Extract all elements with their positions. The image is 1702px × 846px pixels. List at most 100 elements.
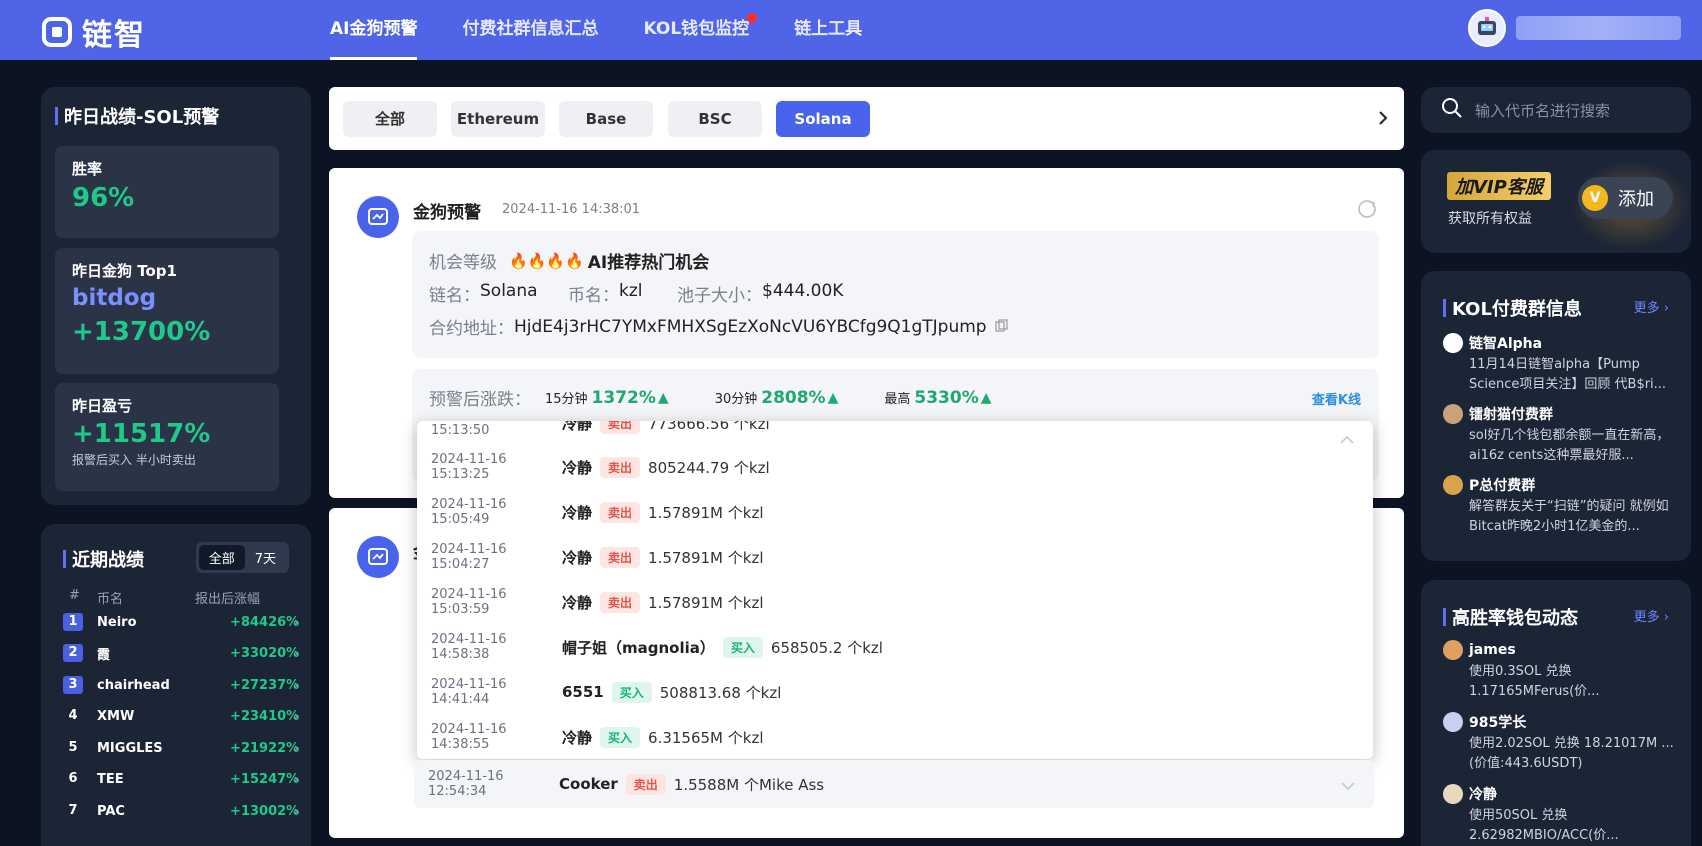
wallet-panel: 高胜率钱包动态 更多 › james 使用0.3SOL 兑换 1.17165MF… (1421, 580, 1691, 846)
arrow-up-icon: ▲ (827, 389, 839, 406)
rank-row[interactable]: 4 XMW +23410% › (63, 701, 299, 731)
contract-row: 合约地址： HjdE4j3rHC7YMxFMHXSgEzXoNcVU6YBCfg… (429, 314, 1008, 339)
rank-row[interactable]: 6 TEE +15247% › (63, 764, 299, 794)
trade-amount: 508813.68 个kzl (659, 683, 782, 702)
trade-user: 冷静 (562, 593, 593, 612)
logo[interactable]: 链智 (40, 10, 146, 54)
rank-number: 4 (68, 708, 78, 723)
rank-row[interactable]: 7 PAC +13002% › (63, 796, 299, 826)
tab-paid-groups[interactable]: 付费社群信息汇总 (462, 0, 598, 60)
chevron-right-icon: › (294, 741, 299, 755)
trade-user: 6551 (562, 683, 604, 701)
rank-token: TEE (97, 771, 124, 787)
search-input[interactable]: 输入代币名进行搜索 (1475, 100, 1610, 121)
kol-title: KOL付费群信息 (1443, 295, 1582, 321)
wallet-item-title: james (1443, 640, 1683, 660)
trade-time: 2024-11-16 14:38:55 (431, 722, 507, 752)
rank-gain: +33020% (230, 645, 300, 661)
token-search[interactable]: 输入代币名进行搜索 (1421, 87, 1691, 133)
chevron-right-icon: › (294, 646, 299, 660)
copy-icon[interactable] (995, 317, 1008, 337)
vip-panel: 加VIP客服 获取所有权益 V 添加 (1421, 150, 1691, 253)
kol-item[interactable]: P总付费群 解答群友关于“扫链”的疑问 就例如Bitcat昨晚2小时1亿美金的.… (1443, 475, 1683, 537)
trade-time: 2024-11-16 15:04:27 (431, 542, 507, 572)
refresh-icon[interactable] (1356, 198, 1378, 224)
tab-kol-wallet-label: KOL钱包监控 (643, 19, 750, 39)
wallet-more-label: 更多 (1633, 610, 1660, 625)
rank-row[interactable]: 1 Neiro +84426% › (63, 607, 299, 637)
kline-link[interactable]: 查看K线 (1312, 389, 1361, 408)
trade-user: 冷静 (562, 728, 593, 747)
search-icon (1441, 97, 1463, 123)
tab-onchain-tools[interactable]: 链上工具 (794, 0, 862, 60)
max-value: 5330% (914, 387, 979, 408)
tab-kol-wallet[interactable]: KOL钱包监控 (643, 0, 758, 60)
kol-panel: KOL付费群信息 更多 › 链智Alpha 11月14日链智alpha【Pump… (1421, 271, 1691, 561)
trades-collapsed[interactable]: 2024-11-16 12:54:34 Cooker 卖出 1.5588M 个M… (414, 760, 1374, 808)
rank-row[interactable]: 3 chairhead +27237% › (63, 670, 299, 700)
col-num: # (69, 588, 80, 603)
trade-user: 冷静 (562, 458, 593, 477)
kol-item-title: 镭射猫付费群 (1443, 404, 1683, 424)
chevron-down-icon[interactable] (1340, 779, 1356, 795)
wallet-item-text: 使用2.02SOL 兑换 18.21017M ... (价值:443.6USDT… (1469, 736, 1674, 771)
kol-more-link[interactable]: 更多 › (1634, 297, 1669, 316)
col-gain: 报出后涨幅 (195, 592, 261, 607)
range-all[interactable]: 全部 (198, 545, 245, 570)
wallet-item-name: james (1469, 642, 1516, 658)
title-bar (55, 107, 58, 125)
vip-add-button[interactable]: V 添加 (1578, 177, 1673, 219)
rank-token: PAC (97, 803, 125, 819)
tab-ai-alert[interactable]: AI金狗预警 (330, 0, 418, 60)
trades-dropdown: 2024-11-16 15:13:50 冷静 卖出 773666.56 个kzl… (417, 421, 1373, 759)
chain-bsc[interactable]: BSC (668, 101, 762, 137)
title-bar (1443, 608, 1446, 626)
trade-row: 2024-11-16 14:38:55 冷静 买入 6.31565M 个kzl (431, 715, 764, 759)
avatar (1443, 475, 1463, 495)
avatar[interactable] (1468, 9, 1506, 47)
trade-side: 卖出 (600, 546, 641, 568)
trade-amount: 1.57891M 个kzl (648, 503, 764, 522)
kol-item[interactable]: 链智Alpha 11月14日链智alpha【Pump Science项目关注】回… (1443, 333, 1683, 395)
user-menu[interactable] (1468, 9, 1681, 47)
trade-row: 2024-11-16 14:58:38 帽子姐（magnolia） 买入 658505… (431, 625, 883, 669)
pool-label: 池子大小： (677, 286, 762, 306)
wallet-item[interactable]: 冷静 使用50SOL 兑换 2.62982MBIO/ACC(价... (1443, 784, 1683, 846)
chain-base[interactable]: Base (559, 101, 653, 137)
kol-item-text: 11月14日链智alpha【Pump Science项目关注】回顾 代B$ri.… (1469, 357, 1667, 392)
opportunity-level: 机会等级 🔥🔥🔥🔥 AI推荐热门机会 (429, 248, 709, 274)
kol-item-title: 链智Alpha (1443, 333, 1683, 353)
top-token-name: bitdog (72, 285, 157, 311)
alert-avatar-icon (357, 196, 399, 238)
yesterday-panel: 昨日战绩-SOL预警 胜率 96% 昨日金狗 Top1 bitdog +1370… (41, 87, 311, 505)
range-toggle: 全部 7天 (195, 542, 289, 573)
avatar (1443, 640, 1463, 660)
rank-row[interactable]: 5 MIGGLES +21922% › (63, 733, 299, 763)
win-rate-label: 胜率 (72, 160, 103, 178)
chain-ethereum[interactable]: Ethereum (451, 101, 545, 137)
chain-all[interactable]: 全部 (343, 101, 437, 137)
trade-side: 卖出 (600, 591, 641, 613)
m30-label: 30分钟 (714, 392, 758, 407)
wallet-item[interactable]: 985学长 使用2.02SOL 兑换 18.21017M ... (价值:443… (1443, 712, 1683, 774)
wallet-item-title: 冷静 (1443, 784, 1683, 804)
chevron-right-icon[interactable] (1376, 108, 1390, 132)
wallet-more-link[interactable]: 更多 › (1634, 606, 1669, 625)
range-7d[interactable]: 7天 (245, 545, 286, 570)
recent-title-text: 近期战绩 (72, 550, 144, 571)
chevron-up-icon[interactable] (1339, 433, 1355, 449)
pnl-value: +11517% (72, 419, 211, 449)
trade-time: 2024-11-16 15:03:59 (431, 587, 507, 617)
top-token-value: +13700% (72, 317, 211, 347)
trade-amount: 1.5588M 个Mike Ass (673, 775, 825, 794)
chain-solana[interactable]: Solana (776, 101, 870, 137)
rank-number: 5 (68, 740, 78, 755)
rank-gain: +23410% (230, 708, 300, 724)
wallet-item[interactable]: james 使用0.3SOL 兑换 1.17165MFerus(价... (1443, 640, 1683, 702)
recent-panel: 近期战绩 全部 7天 # 币名 报出后涨幅 1 Neiro +84426% › 2 霞 +… (41, 524, 311, 846)
rank-row[interactable]: 2 霞 +33020% › (63, 638, 299, 668)
trade-time: 2024-11-16 15:05:49 (431, 497, 507, 527)
kol-item[interactable]: 镭射猫付费群 sol好几个钱包都余额一直在新高，ai16z cents这种票最好… (1443, 404, 1683, 466)
arrow-up-icon: ▲ (657, 389, 669, 406)
rank-gain: +21922% (230, 740, 300, 756)
